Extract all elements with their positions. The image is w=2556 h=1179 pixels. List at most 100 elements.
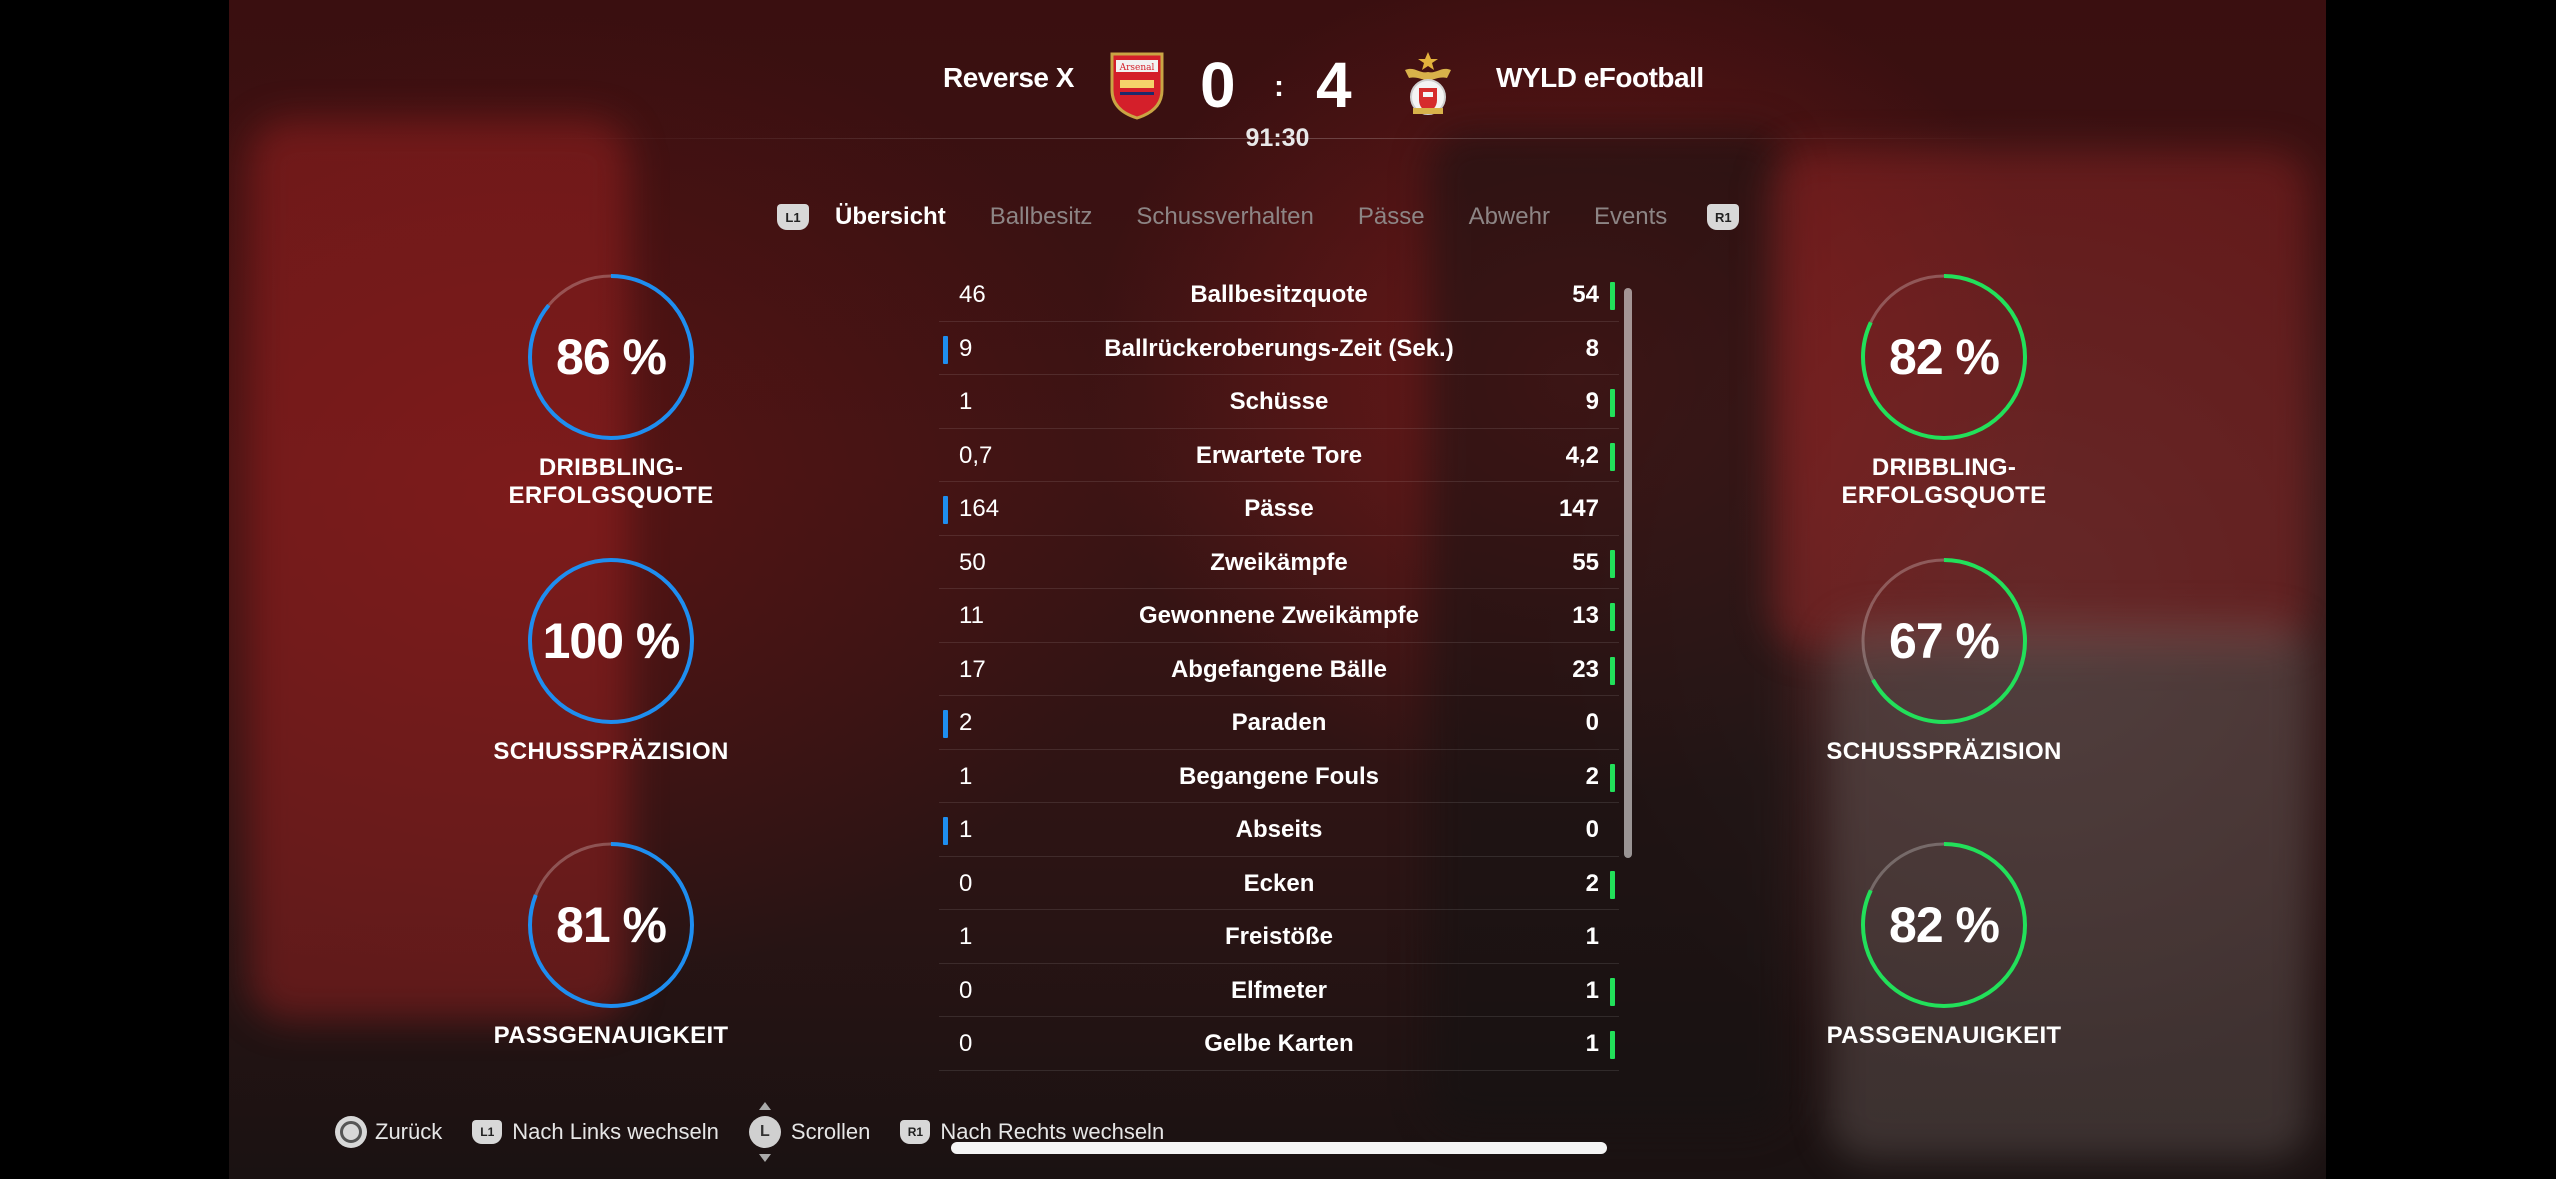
away-stat-value: 8 xyxy=(1585,334,1599,362)
away-leader-indicator xyxy=(1610,282,1615,310)
stat-name: Zweikämpfe xyxy=(1210,548,1348,576)
scroll-label: Scrollen xyxy=(790,1119,871,1144)
score-separator: : xyxy=(1274,70,1284,103)
gauge-value: 82 % xyxy=(1889,897,2000,953)
stat-name: Pässe xyxy=(1244,495,1314,522)
gauge-label: SCHUSSPRÄZISION xyxy=(493,738,729,765)
tab-events[interactable]: Events xyxy=(1594,203,1667,231)
away-gauge-shot-accuracy: 67 % SCHUSSPRÄZISION xyxy=(1774,556,2114,766)
stat-name: Gewonnene Zweikämpfe xyxy=(1138,602,1420,629)
l1-button-icon: L1 xyxy=(472,1120,503,1144)
away-leader-indicator xyxy=(1610,656,1615,685)
stat-row: 11 Gewonnene Zweikämpfe 13 xyxy=(939,589,1619,643)
gauge-label: SCHUSSPRÄZISION xyxy=(1826,738,2062,765)
away-leader-indicator xyxy=(1610,549,1615,578)
away-stat-value: 2 xyxy=(1585,869,1599,897)
stat-row: 0 Elfmeter 1 xyxy=(939,964,1619,1017)
scroll-hint[interactable]: L Scrollen xyxy=(748,1102,871,1162)
away-stat-value: 1 xyxy=(1585,1030,1599,1057)
stat-row: 0,7 Erwartete Tore 4,2 xyxy=(939,429,1619,482)
away-leader-indicator xyxy=(1610,870,1615,899)
switch-left-hint[interactable]: L1 Nach Links wechseln xyxy=(472,1119,719,1145)
home-indicator[interactable] xyxy=(951,1142,1607,1154)
stat-name: Elfmeter xyxy=(1230,976,1328,1004)
away-stat-value: 13 xyxy=(1572,602,1599,629)
svg-text:Arsenal: Arsenal xyxy=(1119,63,1155,73)
stat-row: 50 Zweikämpfe 55 xyxy=(939,536,1619,589)
stat-row: 1 Freistöße 1 xyxy=(939,910,1619,964)
stat-name: Abseits xyxy=(1235,816,1323,843)
away-team-name: WYLD eFootball xyxy=(1496,62,1704,93)
stat-name: Freistöße xyxy=(1224,923,1334,950)
stats-table[interactable]: 46 Ballbesitzquote 54 9 Ballrückeroberungs-Z… xyxy=(939,268,1619,1071)
stat-name: Ballrückeroberungs-Zeit (Sek.) xyxy=(1104,334,1454,362)
stat-name: Abgefangene Bälle xyxy=(1170,655,1388,683)
away-leader-indicator xyxy=(1610,763,1615,792)
home-team-name: Reverse X xyxy=(943,62,1074,93)
away-stat-value: 0 xyxy=(1585,709,1599,736)
stat-row: 9 Ballrückeroberungs-Zeit (Sek.) 8 xyxy=(939,322,1619,375)
away-leader-indicator xyxy=(1610,977,1615,1006)
tab-paesse[interactable]: Pässe xyxy=(1358,203,1425,231)
away-leader-indicator xyxy=(1610,389,1615,417)
home-score: 0 xyxy=(1200,49,1236,121)
stat-name: Schüsse xyxy=(1229,388,1329,415)
stat-name: Erwartete Tore xyxy=(1195,441,1363,469)
header-divider xyxy=(539,138,2019,139)
stat-row: 1 Abseits 0 xyxy=(939,803,1619,857)
away-stat-value: 2 xyxy=(1585,762,1599,790)
gauge-value: 86 % xyxy=(556,329,667,385)
r1-button-icon: R1 xyxy=(900,1120,931,1144)
gauge-value: 81 % xyxy=(556,897,667,953)
gauge-label: DRIBBLING-ERFOLGSQUOTE xyxy=(508,454,714,509)
gauge-label: PASSGENAUIGKEIT xyxy=(1826,1022,2062,1049)
stat-row: 0 Ecken 2 xyxy=(939,857,1619,910)
home-gauge-dribbling: 86 % DRIBBLING-ERFOLGSQUOTE xyxy=(441,272,781,510)
r1-button-icon[interactable]: R1 xyxy=(1707,204,1740,230)
tab-schussverhalten[interactable]: Schussverhalten xyxy=(1136,203,1313,231)
stat-name: Ballbesitzquote xyxy=(1190,281,1368,308)
gauge-value: 67 % xyxy=(1889,613,2000,669)
away-stat-value: 1 xyxy=(1585,923,1599,950)
tab-ballbesitz[interactable]: Ballbesitz xyxy=(990,203,1093,231)
stat-row: 46 Ballbesitzquote 54 xyxy=(939,268,1619,322)
stat-name: Gelbe Karten xyxy=(1204,1030,1354,1057)
gauge-label: PASSGENAUIGKEIT xyxy=(493,1022,729,1049)
match-stats-screen: Reverse X Arsenal 0 : 4 WYLD eFootball 9… xyxy=(229,0,2326,1179)
home-team-crest-icon: Arsenal xyxy=(1106,50,1168,120)
away-gauge-dribbling: 82 % DRIBBLING-ERFOLGSQUOTE xyxy=(1774,272,2114,510)
away-leader-indicator xyxy=(1610,1031,1615,1059)
away-stat-value: 54 xyxy=(1572,281,1599,308)
stat-row: 1 Schüsse 9 xyxy=(939,375,1619,429)
away-stat-value: 147 xyxy=(1558,495,1599,522)
stat-name: Begangene Fouls xyxy=(1178,762,1380,790)
home-gauge-shot-accuracy: 100 % SCHUSSPRÄZISION xyxy=(441,556,781,766)
gauge-value: 82 % xyxy=(1889,329,2000,385)
away-stat-value: 0 xyxy=(1585,816,1599,843)
tab-uebersicht[interactable]: Übersicht xyxy=(835,203,946,231)
home-gauge-pass-accuracy: 81 % PASSGENAUIGKEIT xyxy=(441,840,781,1050)
stat-row: 2 Paraden 0 xyxy=(939,696,1619,750)
stat-row: 17 Abgefangene Bälle 23 xyxy=(939,643,1619,696)
switch-left-label: Nach Links wechseln xyxy=(512,1119,719,1144)
back-label: Zurück xyxy=(375,1119,443,1144)
stat-row: 0 Gelbe Karten 1 xyxy=(939,1017,1619,1071)
away-stat-value: 55 xyxy=(1572,548,1599,576)
circle-button-icon xyxy=(335,1116,367,1148)
stat-name: Ecken xyxy=(1243,869,1315,897)
away-stat-value: 9 xyxy=(1585,388,1599,415)
away-team-crest-icon xyxy=(1397,50,1459,120)
gauge-label: DRIBBLING-ERFOLGSQUOTE xyxy=(1841,454,2047,509)
stats-scrollbar[interactable] xyxy=(1624,288,1632,858)
left-stick-icon: L xyxy=(748,1102,781,1162)
stat-row: 164 Pässe 147 xyxy=(939,482,1619,536)
away-score: 4 xyxy=(1316,49,1352,121)
back-hint[interactable]: Zurück xyxy=(335,1116,442,1148)
l1-button-icon[interactable]: L1 xyxy=(777,204,809,230)
stats-tab-bar: L1 Übersicht Ballbesitz Schussverhalten … xyxy=(777,200,1765,234)
away-leader-indicator xyxy=(1610,603,1615,631)
away-gauge-pass-accuracy: 82 % PASSGENAUIGKEIT xyxy=(1774,840,2114,1050)
away-stat-value: 4,2 xyxy=(1565,441,1599,469)
away-stat-value: 23 xyxy=(1572,655,1599,683)
tab-abwehr[interactable]: Abwehr xyxy=(1469,203,1550,231)
